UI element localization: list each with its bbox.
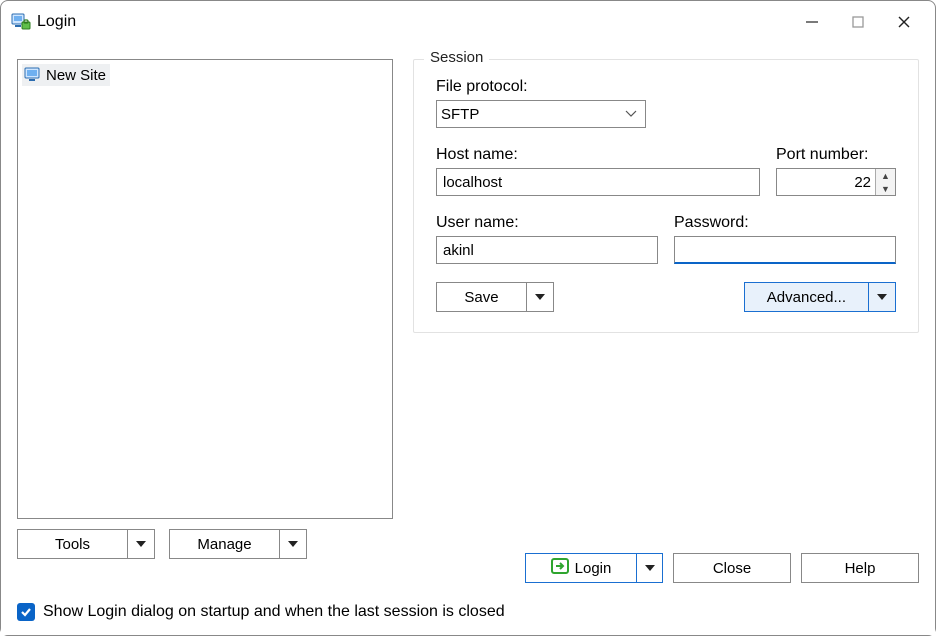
computer-icon (24, 67, 42, 83)
session-fieldset: Session File protocol: SFTP Host name: P… (413, 59, 919, 333)
startup-checkbox-label: Show Login dialog on startup and when th… (43, 603, 505, 621)
user-input[interactable] (436, 236, 658, 264)
login-button-group: Login (525, 553, 663, 583)
save-button[interactable]: Save (436, 282, 554, 312)
minimize-button[interactable] (789, 6, 835, 38)
protocol-label: File protocol: (436, 78, 896, 96)
advanced-button[interactable]: Advanced... (744, 282, 896, 312)
host-input[interactable] (436, 168, 760, 196)
host-label: Host name: (436, 146, 760, 164)
close-button[interactable]: Close (673, 553, 791, 583)
advanced-button-label: Advanced... (745, 283, 869, 311)
sites-column: New Site Tools Manage (17, 59, 393, 559)
titlebar-left: Login (11, 13, 76, 31)
app-icon (11, 13, 31, 31)
port-spin-down-icon[interactable]: ▼ (876, 182, 895, 195)
protocol-select[interactable]: SFTP (436, 100, 646, 128)
port-spin-up-icon[interactable]: ▲ (876, 169, 895, 182)
help-button-label: Help (845, 560, 876, 577)
site-item-new-site[interactable]: New Site (22, 64, 110, 86)
advanced-dropdown-icon[interactable] (869, 283, 895, 311)
login-dropdown-icon[interactable] (637, 553, 663, 583)
sites-list[interactable]: New Site (17, 59, 393, 519)
window-controls (789, 6, 927, 38)
user-label: User name: (436, 214, 658, 232)
startup-checkbox-row: Show Login dialog on startup and when th… (17, 603, 505, 621)
password-input[interactable] (674, 236, 896, 264)
close-window-button[interactable] (881, 6, 927, 38)
port-spinner[interactable]: ▲ ▼ (875, 169, 895, 195)
maximize-button[interactable] (835, 6, 881, 38)
titlebar: Login (1, 1, 935, 43)
save-button-label: Save (437, 283, 527, 311)
port-label: Port number: (776, 146, 896, 164)
close-button-label: Close (713, 560, 751, 577)
login-button-label: Login (575, 560, 612, 577)
window-title: Login (37, 13, 76, 31)
startup-checkbox[interactable] (17, 603, 35, 621)
pass-label: Password: (674, 214, 896, 232)
save-dropdown-icon[interactable] (527, 283, 553, 311)
client-area: New Site Tools Manage (1, 43, 935, 635)
login-icon (551, 558, 569, 578)
session-legend: Session (424, 49, 489, 66)
help-button[interactable]: Help (801, 553, 919, 583)
login-button[interactable]: Login (525, 553, 637, 583)
session-panel: Session File protocol: SFTP Host name: P… (413, 59, 919, 559)
site-item-label: New Site (46, 67, 106, 84)
bottom-buttons: Login Close Help (17, 553, 919, 583)
